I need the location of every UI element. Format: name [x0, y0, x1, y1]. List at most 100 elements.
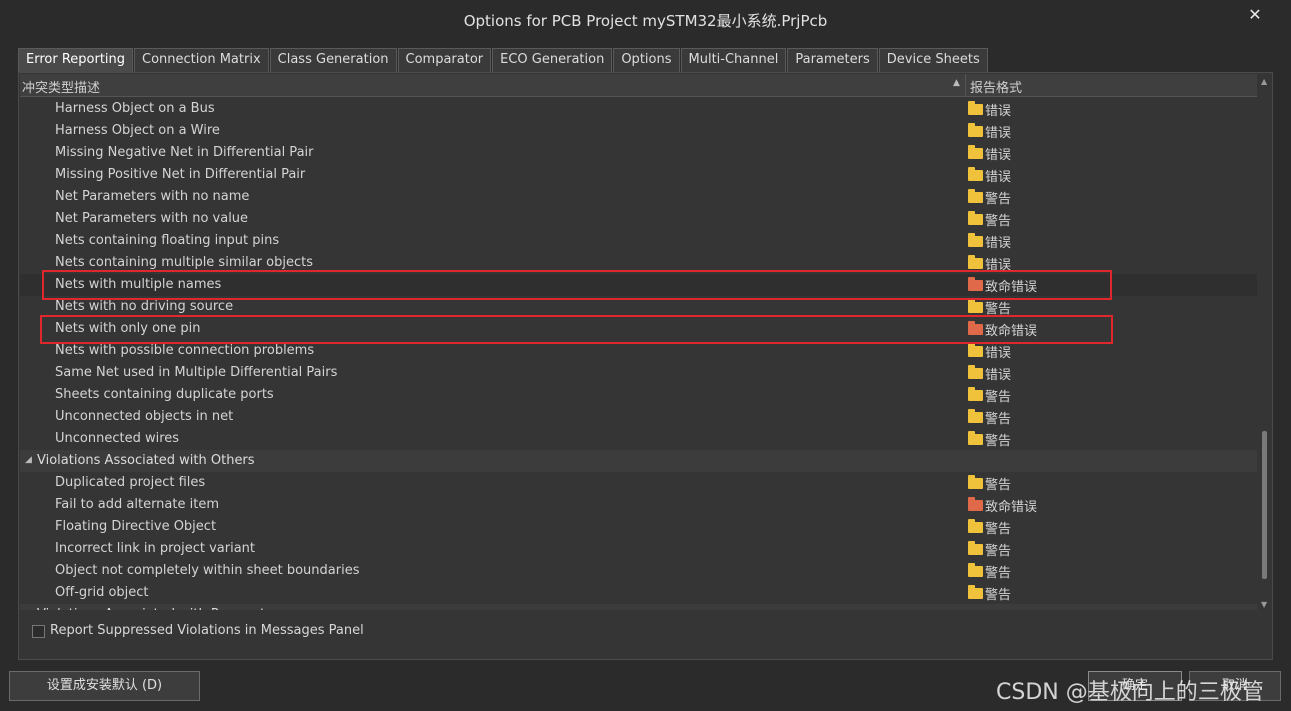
- violation-row[interactable]: Nets containing multiple similar objects…: [20, 252, 1257, 274]
- group-label: Violations Associated with Others: [37, 453, 255, 468]
- tab-connection-matrix[interactable]: Connection Matrix: [134, 48, 269, 72]
- options-row: Report Suppressed Violations in Messages…: [20, 613, 1272, 659]
- vertical-scrollbar[interactable]: ▲ ▼: [1258, 74, 1272, 610]
- tab-comparator[interactable]: Comparator: [397, 48, 492, 72]
- report-mode-cell[interactable]: 致命错误: [968, 320, 1037, 339]
- report-mode-label: 错误: [985, 125, 1012, 141]
- report-mode-label: 错误: [985, 103, 1012, 119]
- report-mode-cell[interactable]: 警告: [968, 210, 1011, 229]
- folder-icon: [968, 298, 983, 313]
- report-mode-cell[interactable]: 警告: [968, 386, 1011, 405]
- report-mode-label: 错误: [985, 345, 1012, 361]
- violation-row[interactable]: Floating Directive Object 警告: [20, 516, 1257, 538]
- group-row[interactable]: ▷ Violations Associated with Parameters: [20, 604, 1257, 610]
- report-mode-cell[interactable]: 错误: [968, 166, 1012, 185]
- violation-row[interactable]: Missing Positive Net in Differential Pai…: [20, 164, 1257, 186]
- folder-icon: [968, 540, 983, 555]
- violation-name: Fail to add alternate item: [55, 497, 219, 512]
- scroll-up-icon[interactable]: ▲: [1261, 77, 1267, 86]
- violation-row[interactable]: Sheets containing duplicate ports 警告: [20, 384, 1257, 406]
- report-mode-cell[interactable]: 警告: [968, 430, 1011, 449]
- violation-row[interactable]: Nets with only one pin 致命错误: [20, 318, 1257, 340]
- violation-row[interactable]: Net Parameters with no name 警告: [20, 186, 1257, 208]
- violation-row[interactable]: Off-grid object 警告: [20, 582, 1257, 604]
- close-icon[interactable]: ✕: [1245, 5, 1265, 25]
- violation-name: Nets with possible connection problems: [55, 343, 315, 358]
- tab-eco-generation[interactable]: ECO Generation: [492, 48, 613, 72]
- report-mode-cell[interactable]: 警告: [968, 540, 1011, 559]
- scrollbar-thumb[interactable]: [1262, 431, 1267, 579]
- window-title: Options for PCB Project mySTM32最小系统.PrjP…: [463, 12, 828, 30]
- violation-row[interactable]: Fail to add alternate item 致命错误: [20, 494, 1257, 516]
- column-header-report-mode[interactable]: 报告格式: [970, 77, 1022, 96]
- set-installation-default-button[interactable]: 设置成安装默认 (D): [9, 671, 200, 701]
- report-mode-cell[interactable]: 警告: [968, 474, 1011, 493]
- violation-row[interactable]: Harness Object on a Wire 错误: [20, 120, 1257, 142]
- report-mode-cell[interactable]: 致命错误: [968, 276, 1037, 295]
- violation-row[interactable]: Nets with multiple names 致命错误: [20, 274, 1257, 296]
- report-mode-cell[interactable]: 警告: [968, 188, 1011, 207]
- folder-icon: [968, 276, 983, 291]
- tab-options[interactable]: Options: [613, 48, 680, 72]
- cancel-button[interactable]: 取消: [1189, 671, 1281, 701]
- tab-bar: Error Reporting Connection Matrix Class Ge…: [18, 48, 989, 73]
- report-mode-cell[interactable]: 错误: [968, 122, 1012, 141]
- violation-row[interactable]: Nets with no driving source 警告: [20, 296, 1257, 318]
- tab-parameters[interactable]: Parameters: [787, 48, 878, 72]
- column-divider[interactable]: [965, 74, 966, 96]
- folder-icon: [968, 518, 983, 533]
- folder-icon: [968, 188, 983, 203]
- report-mode-cell[interactable]: 警告: [968, 408, 1011, 427]
- report-mode-cell[interactable]: 警告: [968, 518, 1012, 537]
- error-reporting-panel: 冲突类型描述 ▲ 报告格式 Harness Object on a Bus 错误 H…: [18, 72, 1273, 660]
- violation-row[interactable]: Incorrect link in project variant 警告: [20, 538, 1257, 560]
- report-mode-cell[interactable]: 错误: [968, 100, 1012, 119]
- violation-row[interactable]: Missing Negative Net in Differential Pai…: [20, 142, 1257, 164]
- folder-icon: [968, 562, 983, 577]
- violation-row[interactable]: Nets with possible connection problems 错误: [20, 340, 1257, 362]
- collapse-arrow-icon[interactable]: ◢: [25, 455, 32, 465]
- report-mode-label: 错误: [985, 367, 1012, 383]
- column-header-description[interactable]: 冲突类型描述: [22, 77, 100, 96]
- report-mode-cell[interactable]: 错误: [968, 254, 1012, 273]
- report-mode-label: 警告: [985, 565, 1012, 581]
- violation-row[interactable]: Harness Object on a Bus 错误: [20, 98, 1257, 120]
- violation-row[interactable]: Nets containing floating input pins 错误: [20, 230, 1257, 252]
- scroll-down-icon[interactable]: ▼: [1261, 600, 1267, 609]
- report-mode-cell[interactable]: 警告: [968, 298, 1011, 317]
- report-mode-cell[interactable]: 错误: [968, 144, 1011, 163]
- violation-row[interactable]: Unconnected objects in net 警告: [20, 406, 1257, 428]
- tab-device-sheets[interactable]: Device Sheets: [878, 48, 988, 72]
- report-mode-cell[interactable]: 警告: [968, 584, 1011, 603]
- report-mode-label: 错误: [985, 169, 1012, 185]
- violation-name: Unconnected objects in net: [55, 409, 234, 424]
- folder-icon: [968, 474, 983, 489]
- group-row[interactable]: ◢ Violations Associated with Others: [20, 450, 1257, 472]
- report-mode-cell[interactable]: 错误: [968, 342, 1012, 361]
- report-mode-cell[interactable]: 错误: [968, 364, 1012, 383]
- folder-icon: [968, 144, 983, 159]
- report-mode-cell[interactable]: 致命错误: [968, 496, 1037, 515]
- report-mode-cell[interactable]: 警告: [968, 562, 1012, 581]
- folder-icon: [968, 210, 983, 225]
- violation-row[interactable]: Object not completely within sheet bound…: [20, 560, 1257, 582]
- tab-error-reporting[interactable]: Error Reporting: [18, 48, 134, 73]
- report-mode-label: 警告: [985, 521, 1012, 537]
- violation-name: Duplicated project files: [55, 475, 206, 490]
- violation-row[interactable]: Duplicated project files 警告: [20, 472, 1257, 494]
- violation-row[interactable]: Unconnected wires 警告: [20, 428, 1257, 450]
- tab-class-generation[interactable]: Class Generation: [269, 48, 397, 72]
- report-mode-cell[interactable]: 错误: [968, 232, 1011, 251]
- violation-row[interactable]: Net Parameters with no value 警告: [20, 208, 1257, 230]
- ok-button[interactable]: 确定: [1088, 671, 1182, 701]
- folder-icon: [968, 254, 983, 269]
- report-suppressed-checkbox[interactable]: [32, 625, 45, 638]
- report-mode-label: 错误: [985, 257, 1012, 273]
- violation-name: Floating Directive Object: [55, 519, 217, 534]
- report-suppressed-label[interactable]: Report Suppressed Violations in Messages…: [50, 623, 364, 638]
- tab-multi-channel[interactable]: Multi-Channel: [680, 48, 787, 72]
- folder-icon: [968, 408, 983, 423]
- expand-arrow-icon[interactable]: ▷: [25, 609, 32, 610]
- folder-icon: [968, 496, 983, 511]
- violation-row[interactable]: Same Net used in Multiple Differential P…: [20, 362, 1257, 384]
